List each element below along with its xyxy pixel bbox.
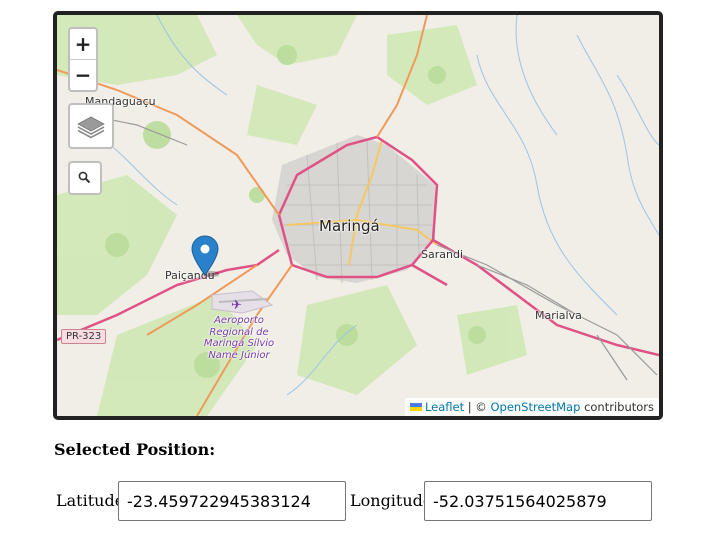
layers-icon: [77, 116, 105, 139]
selected-position-heading: Selected Position:: [54, 440, 216, 459]
map-attribution: Leaflet | © OpenStreetMap contributors: [404, 398, 659, 416]
map-tiles[interactable]: [57, 15, 659, 416]
airport-label: Aeroporto Regional de Maringá Sílvio Nam…: [203, 315, 275, 361]
map-container[interactable]: Maringá Mandaguaçu Paiçandu Sarandi Mari…: [53, 11, 663, 420]
town-label-sarandi: Sarandi: [421, 248, 463, 261]
city-label-maringa: Maringá: [319, 217, 380, 235]
zoom-out-button[interactable]: −: [70, 59, 96, 90]
search-icon: [78, 171, 91, 184]
attribution-separator: | ©: [467, 400, 487, 414]
leaflet-link[interactable]: Leaflet: [425, 400, 464, 414]
town-label-marialva: Marialva: [535, 309, 582, 322]
location-marker-icon[interactable]: [191, 235, 219, 277]
ukraine-flag-icon: [409, 403, 422, 411]
layers-button[interactable]: [68, 103, 114, 149]
road-shield-pr323: PR-323: [61, 329, 107, 344]
airport-icon: ✈: [231, 298, 242, 313]
longitude-input[interactable]: [424, 481, 652, 521]
zoom-in-button[interactable]: +: [70, 29, 96, 59]
latitude-input[interactable]: [118, 481, 346, 521]
osm-link[interactable]: OpenStreetMap: [490, 400, 580, 414]
search-button[interactable]: [68, 161, 102, 195]
attribution-suffix: contributors: [584, 400, 654, 414]
zoom-control: + −: [68, 27, 98, 92]
